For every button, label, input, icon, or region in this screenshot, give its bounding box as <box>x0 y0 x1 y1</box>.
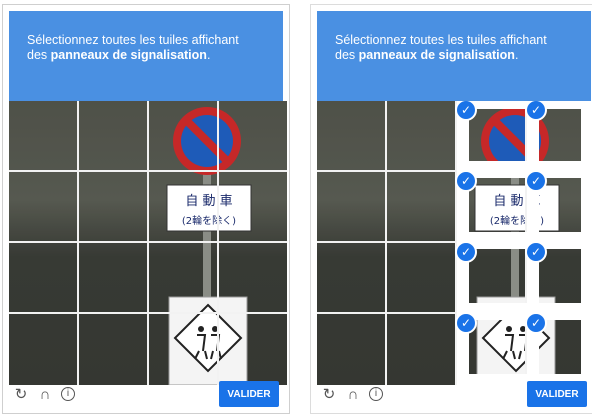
check-icon: ✓ <box>455 241 477 263</box>
prompt-line-2: des panneaux de signalisation. <box>335 48 573 63</box>
captcha-header: Sélectionnez toutes les tuiles affichant… <box>9 11 283 103</box>
prompt-line-1: Sélectionnez toutes les tuiles affichant <box>335 33 547 47</box>
captcha-tile-grid: 自 動 車 (2輪を除く) <box>9 101 287 385</box>
check-icon: ✓ <box>525 241 547 263</box>
tile-divider <box>217 101 219 385</box>
tile-divider <box>9 241 287 243</box>
audio-icon[interactable]: ∩ <box>37 387 53 403</box>
tile-divider <box>77 101 79 385</box>
prompt-line-1: Sélectionnez toutes les tuiles affichant <box>27 33 239 47</box>
sign-text-top: 自 動 車 <box>185 194 232 209</box>
check-icon: ✓ <box>455 312 477 334</box>
captcha-footer: ↻ ∩ i VALIDER <box>317 381 591 409</box>
sign-text-bottom: (2輪を除く) <box>182 214 236 227</box>
prompt-line-2: des panneaux de signalisation. <box>27 48 265 63</box>
captcha-footer: ↻ ∩ i VALIDER <box>9 381 283 409</box>
captcha-header: Sélectionnez toutes les tuiles affichant… <box>317 11 591 103</box>
captcha-tile-grid: 自 動 車 (2輪を除く) ✓ ✓ ✓ ✓ ✓ ✓ ✓ ✓ <box>317 101 592 385</box>
captcha-panel-left: Sélectionnez toutes les tuiles affichant… <box>2 4 290 414</box>
prompt-prefix: des <box>335 48 356 62</box>
audio-icon[interactable]: ∩ <box>345 387 361 403</box>
info-icon[interactable]: i <box>369 387 383 401</box>
verify-button[interactable]: VALIDER <box>219 381 279 407</box>
prompt-target: panneaux de signalisation <box>358 48 515 62</box>
check-icon: ✓ <box>525 170 547 192</box>
check-icon: ✓ <box>455 170 477 192</box>
info-icon[interactable]: i <box>61 387 75 401</box>
captcha-panel-right: Sélectionnez toutes les tuiles affichant… <box>310 4 592 414</box>
check-icon: ✓ <box>525 312 547 334</box>
captcha-tile[interactable] <box>387 101 455 170</box>
prompt-suffix: . <box>514 48 519 62</box>
verify-button[interactable]: VALIDER <box>527 381 587 407</box>
prompt-suffix: . <box>206 48 211 62</box>
tile-divider <box>147 101 149 385</box>
reload-icon[interactable]: ↻ <box>13 387 29 403</box>
prompt-target: panneaux de signalisation <box>50 48 207 62</box>
tile-divider <box>9 170 287 172</box>
tile-divider <box>9 312 287 314</box>
selected-tile-border <box>457 232 592 249</box>
captcha-tile[interactable] <box>317 101 385 170</box>
reload-icon[interactable]: ↻ <box>321 387 337 403</box>
selected-tile-border <box>457 303 592 320</box>
prompt-prefix: des <box>27 48 48 62</box>
